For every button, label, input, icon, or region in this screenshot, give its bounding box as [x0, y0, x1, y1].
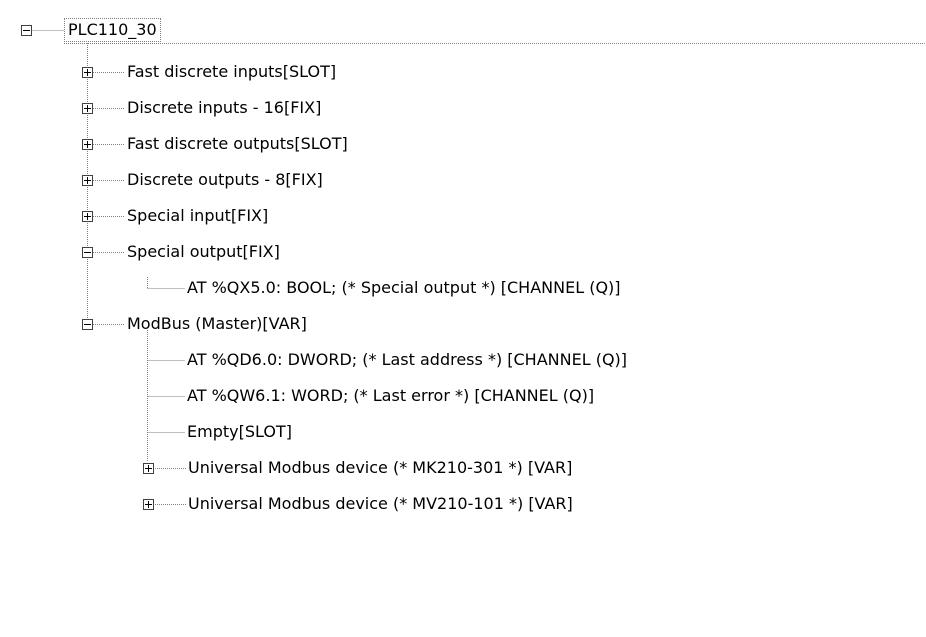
- tree-node-label[interactable]: ModBus (Master)[VAR]: [127, 314, 307, 334]
- collapse-icon[interactable]: [82, 319, 93, 330]
- tree-node-label[interactable]: Universal Modbus device (* MK210-301 *) …: [188, 458, 572, 478]
- tree-node-label[interactable]: Fast discrete outputs[SLOT]: [127, 134, 348, 154]
- tree-node-label[interactable]: Empty[SLOT]: [187, 422, 292, 442]
- tree-node-label[interactable]: AT %QD6.0: DWORD; (* Last address *) [CH…: [187, 350, 627, 370]
- expand-icon[interactable]: [82, 175, 93, 186]
- tree-node-label[interactable]: Special input[FIX]: [127, 206, 268, 226]
- tree-node-label[interactable]: Discrete inputs - 16[FIX]: [127, 98, 321, 118]
- collapse-icon[interactable]: [21, 25, 32, 36]
- tree-node-label[interactable]: Special output[FIX]: [127, 242, 280, 262]
- expand-icon[interactable]: [143, 499, 154, 510]
- expand-icon[interactable]: [143, 463, 154, 474]
- expand-icon[interactable]: [82, 211, 93, 222]
- tree-node-label[interactable]: AT %QX5.0: BOOL; (* Special output *) [C…: [187, 278, 621, 298]
- tree-node-label[interactable]: Universal Modbus device (* MV210-101 *) …: [188, 494, 573, 514]
- collapse-icon[interactable]: [82, 247, 93, 258]
- tree-node-label[interactable]: Fast discrete inputs[SLOT]: [127, 62, 336, 82]
- expand-icon[interactable]: [82, 67, 93, 78]
- expand-icon[interactable]: [82, 139, 93, 150]
- expand-icon[interactable]: [82, 103, 93, 114]
- tree-node-label[interactable]: PLC110_30: [64, 18, 161, 42]
- tree-node-label[interactable]: Discrete outputs - 8[FIX]: [127, 170, 323, 190]
- tree-node-label[interactable]: AT %QW6.1: WORD; (* Last error *) [CHANN…: [187, 386, 594, 406]
- device-tree[interactable]: PLC110_30 Fast discrete inputs[SLOT] Dis…: [0, 0, 926, 637]
